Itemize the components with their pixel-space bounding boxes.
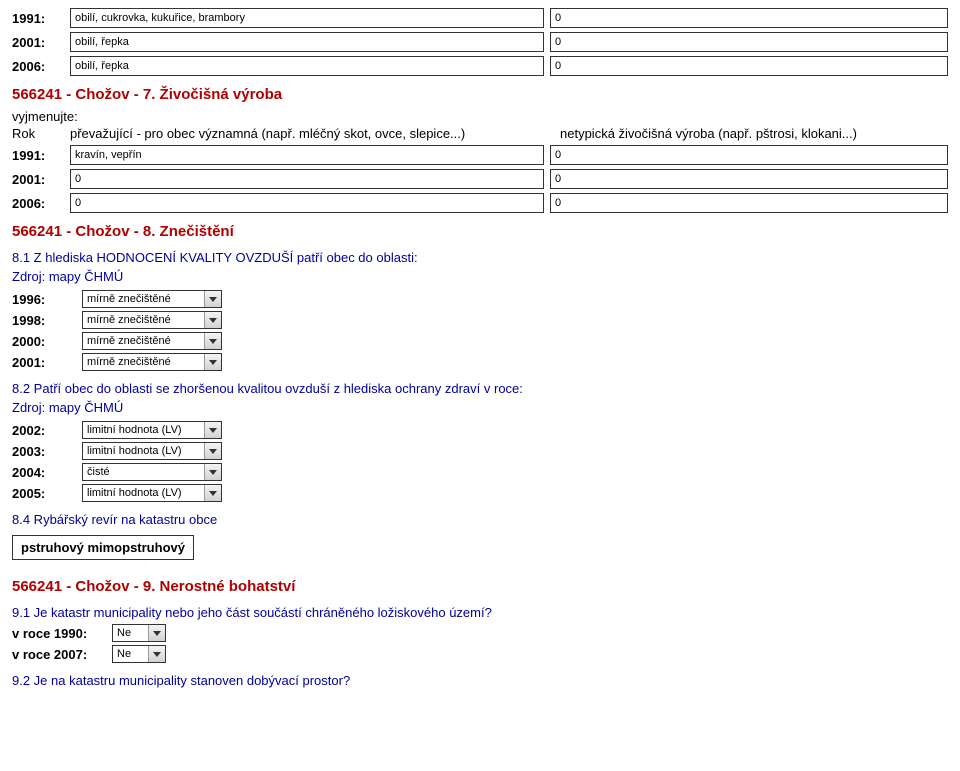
year-label: 2005: — [12, 486, 82, 501]
crop-row: 2006: obilí, řepka 0 — [12, 56, 948, 76]
year-label: 2001: — [12, 355, 82, 370]
dropdown-value: limitní hodnota (LV) — [87, 424, 182, 436]
livestock-row: 2006: 0 0 — [12, 193, 948, 213]
source-text: Zdroj: mapy ČHMÚ — [12, 400, 948, 415]
air-quality-dropdown[interactable]: limitní hodnota (LV) — [82, 421, 222, 439]
instruction-text: vyjmenujte: — [12, 109, 948, 124]
year-label: 2006: — [12, 59, 70, 74]
livestock-text-field[interactable]: kravín, vepřín — [70, 145, 544, 165]
crop-row: 1991: obilí, cukrovka, kukuřice, brambor… — [12, 8, 948, 28]
air-quality-dropdown[interactable]: limitní hodnota (LV) — [82, 442, 222, 460]
livestock-text-field[interactable]: 0 — [70, 169, 544, 189]
dropdown-value: mírně znečištěné — [87, 293, 171, 305]
deposit-row: v roce 2007: Ne — [12, 645, 948, 663]
deposit-dropdown[interactable]: Ne — [112, 645, 166, 663]
deposit-row: v roce 1990: Ne — [12, 624, 948, 642]
year-label: v roce 1990: — [12, 626, 112, 641]
fishing-box: pstruhový mimopstruhový — [12, 535, 194, 560]
chevron-down-icon — [204, 464, 221, 480]
question-8-1: 8.1 Z hlediska HODNOCENÍ KVALITY OVZDUŠÍ… — [12, 250, 948, 265]
pollution-dropdown[interactable]: mírně znečištěné — [82, 311, 222, 329]
dropdown-value: limitní hodnota (LV) — [87, 487, 182, 499]
air-quality-row: 2003: limitní hodnota (LV) — [12, 442, 948, 460]
dropdown-value: Ne — [117, 627, 131, 639]
dropdown-value: čisté — [87, 466, 110, 478]
col-header-main: převažující - pro obec významná (např. m… — [70, 126, 554, 141]
chevron-down-icon — [148, 625, 165, 641]
year-label: 2003: — [12, 444, 82, 459]
deposit-dropdown[interactable]: Ne — [112, 624, 166, 642]
dropdown-value: limitní hodnota (LV) — [87, 445, 182, 457]
question-9-2: 9.2 Je na katastru municipality stanoven… — [12, 673, 948, 688]
crop-text-field[interactable]: obilí, řepka — [70, 56, 544, 76]
chevron-down-icon — [148, 646, 165, 662]
year-label: v roce 2007: — [12, 647, 112, 662]
chevron-down-icon — [204, 422, 221, 438]
col-header-atypical: netypická živočišná výroba (např. pštros… — [560, 126, 948, 141]
pollution-dropdown[interactable]: mírně znečištěné — [82, 290, 222, 308]
livestock-text-field[interactable]: 0 — [70, 193, 544, 213]
pollution-row: 1998: mírně znečištěné — [12, 311, 948, 329]
year-label: 2004: — [12, 465, 82, 480]
section-9-title: 566241 - Chožov - 9. Nerostné bohatství — [12, 578, 948, 595]
column-headers: Rok převažující - pro obec významná (nap… — [12, 126, 948, 141]
col-header-year: Rok — [12, 126, 70, 141]
fishing-options: pstruhový mimopstruhový — [21, 540, 185, 555]
chevron-down-icon — [204, 443, 221, 459]
livestock-value-field[interactable]: 0 — [550, 193, 948, 213]
year-label: 2001: — [12, 172, 70, 187]
question-8-2: 8.2 Patří obec do oblasti se zhoršenou k… — [12, 381, 948, 396]
dropdown-value: mírně znečištěné — [87, 314, 171, 326]
chevron-down-icon — [204, 312, 221, 328]
livestock-value-field[interactable]: 0 — [550, 145, 948, 165]
pollution-dropdown[interactable]: mírně znečištěné — [82, 353, 222, 371]
pollution-row: 1996: mírně znečištěné — [12, 290, 948, 308]
livestock-row: 1991: kravín, vepřín 0 — [12, 145, 948, 165]
chevron-down-icon — [204, 485, 221, 501]
year-label: 1998: — [12, 313, 82, 328]
chevron-down-icon — [204, 354, 221, 370]
year-label: 2001: — [12, 35, 70, 50]
livestock-value-field[interactable]: 0 — [550, 169, 948, 189]
crop-value-field[interactable]: 0 — [550, 32, 948, 52]
crop-value-field[interactable]: 0 — [550, 56, 948, 76]
pollution-row: 2000: mírně znečištěné — [12, 332, 948, 350]
question-9-1: 9.1 Je katastr municipality nebo jeho čá… — [12, 605, 948, 620]
crop-text-field[interactable]: obilí, cukrovka, kukuřice, brambory — [70, 8, 544, 28]
pollution-row: 2001: mírně znečištěné — [12, 353, 948, 371]
air-quality-dropdown[interactable]: limitní hodnota (LV) — [82, 484, 222, 502]
air-quality-dropdown[interactable]: čisté — [82, 463, 222, 481]
chevron-down-icon — [204, 333, 221, 349]
dropdown-value: Ne — [117, 648, 131, 660]
dropdown-value: mírně znečištěné — [87, 356, 171, 368]
chevron-down-icon — [204, 291, 221, 307]
year-label: 2006: — [12, 196, 70, 211]
question-8-4: 8.4 Rybářský revír na katastru obce — [12, 512, 948, 527]
livestock-row: 2001: 0 0 — [12, 169, 948, 189]
section-8-title: 566241 - Chožov - 8. Znečištění — [12, 223, 948, 240]
year-label: 2002: — [12, 423, 82, 438]
year-label: 2000: — [12, 334, 82, 349]
crop-text-field[interactable]: obilí, řepka — [70, 32, 544, 52]
year-label: 1996: — [12, 292, 82, 307]
year-label: 1991: — [12, 148, 70, 163]
air-quality-row: 2004: čisté — [12, 463, 948, 481]
air-quality-row: 2005: limitní hodnota (LV) — [12, 484, 948, 502]
crop-row: 2001: obilí, řepka 0 — [12, 32, 948, 52]
air-quality-row: 2002: limitní hodnota (LV) — [12, 421, 948, 439]
source-text: Zdroj: mapy ČHMÚ — [12, 269, 948, 284]
year-label: 1991: — [12, 11, 70, 26]
section-7-title: 566241 - Chožov - 7. Živočišná výroba — [12, 86, 948, 103]
pollution-dropdown[interactable]: mírně znečištěné — [82, 332, 222, 350]
crop-value-field[interactable]: 0 — [550, 8, 948, 28]
dropdown-value: mírně znečištěné — [87, 335, 171, 347]
